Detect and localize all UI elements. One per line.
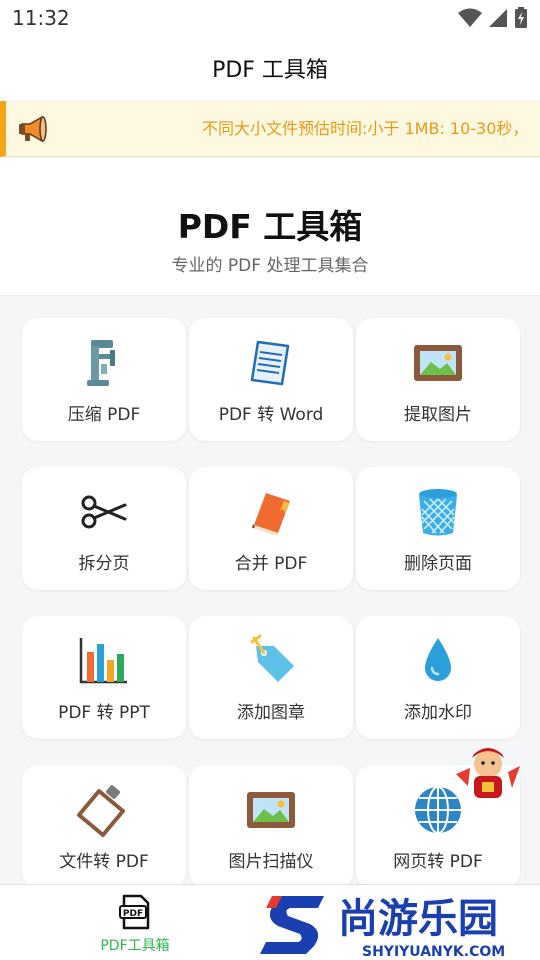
clipboard-icon [77,785,125,837]
clamp-icon [87,340,115,386]
watermark-logo: 尚游乐园 SHYIYUANYK.COM [260,896,505,960]
tool-card-pdf-to-word[interactable]: PDF 转 Word [189,318,353,441]
book-icon [252,493,290,536]
status-bar: 11:32 [0,0,540,36]
cell-signal-icon [489,9,507,27]
hero-title: PDF 工具箱 [177,207,363,246]
notice-banner[interactable]: 不同大小文件预估时间:小于 1MB: 10-30秒， [0,101,540,157]
tool-label: 添加水印 [404,703,472,723]
watermark-url: SHYIYUANYK.COM [362,944,505,960]
tool-card-pdf-to-ppt[interactable]: PDF 转 PPT [22,616,186,739]
bar-chart-icon [79,638,127,684]
tool-label: 文件转 PDF [59,852,149,872]
hero-subtitle: 专业的 PDF 处理工具集合 [171,256,369,276]
document-icon [250,340,290,386]
tool-label: PDF 转 Word [218,405,324,425]
nav-item-pdf-toolbox[interactable]: PDF PDF工具箱 [90,893,180,955]
app-bar: PDF 工具箱 [0,36,540,100]
tool-label: 添加图章 [237,703,305,723]
tool-label: 图片扫描仪 [228,852,314,872]
nav-label: PDF工具箱 [100,938,170,954]
tool-grid: 压缩 PDF PDF 转 Word 提取图片 拆分页 合并 PDF 删除页面 P… [22,318,520,888]
tool-card-split-pages[interactable]: 拆分页 [22,467,186,590]
tool-label: 压缩 PDF [67,405,141,425]
picture-frame-icon [414,345,462,381]
tool-label: 拆分页 [78,554,130,574]
tool-card-merge-pdf[interactable]: 合并 PDF [189,467,353,590]
scissors-icon [81,495,127,529]
tool-label: PDF 转 PPT [58,703,150,723]
picture-frame-icon [247,792,295,828]
status-time: 11:32 [12,6,70,30]
tool-label: 删除页面 [404,554,472,574]
wifi-icon [458,8,482,27]
tag-icon [250,634,294,682]
trash-bin-icon [419,489,457,536]
watermark-title: 尚游乐园 [338,896,498,942]
tool-card-image-scanner[interactable]: 图片扫描仪 [189,765,353,888]
battery-icon [515,7,527,28]
megaphone-icon [19,115,47,142]
tool-label: 合并 PDF [234,554,308,574]
notice-text: 不同大小文件预估时间:小于 1MB: 10-30秒， [202,119,529,138]
status-icons [458,7,528,29]
tool-label: 网页转 PDF [393,852,483,872]
tool-card-file-to-pdf[interactable]: 文件转 PDF [22,765,186,888]
svg-text:PDF: PDF [123,909,143,919]
tool-card-add-watermark[interactable]: 添加水印 [356,616,520,739]
tool-card-compress-pdf[interactable]: 压缩 PDF [22,318,186,441]
hero-section: PDF 工具箱 专业的 PDF 处理工具集合 [0,158,540,296]
tool-card-delete-pages[interactable]: 删除页面 [356,467,520,590]
mascot-icon[interactable] [450,744,526,806]
tool-card-extract-images[interactable]: 提取图片 [356,318,520,441]
tool-label: 提取图片 [404,405,472,425]
pdf-file-icon: PDF [119,894,150,930]
app-title: PDF 工具箱 [212,58,328,83]
tool-card-add-stamp[interactable]: 添加图章 [189,616,353,739]
water-drop-icon [425,638,451,681]
